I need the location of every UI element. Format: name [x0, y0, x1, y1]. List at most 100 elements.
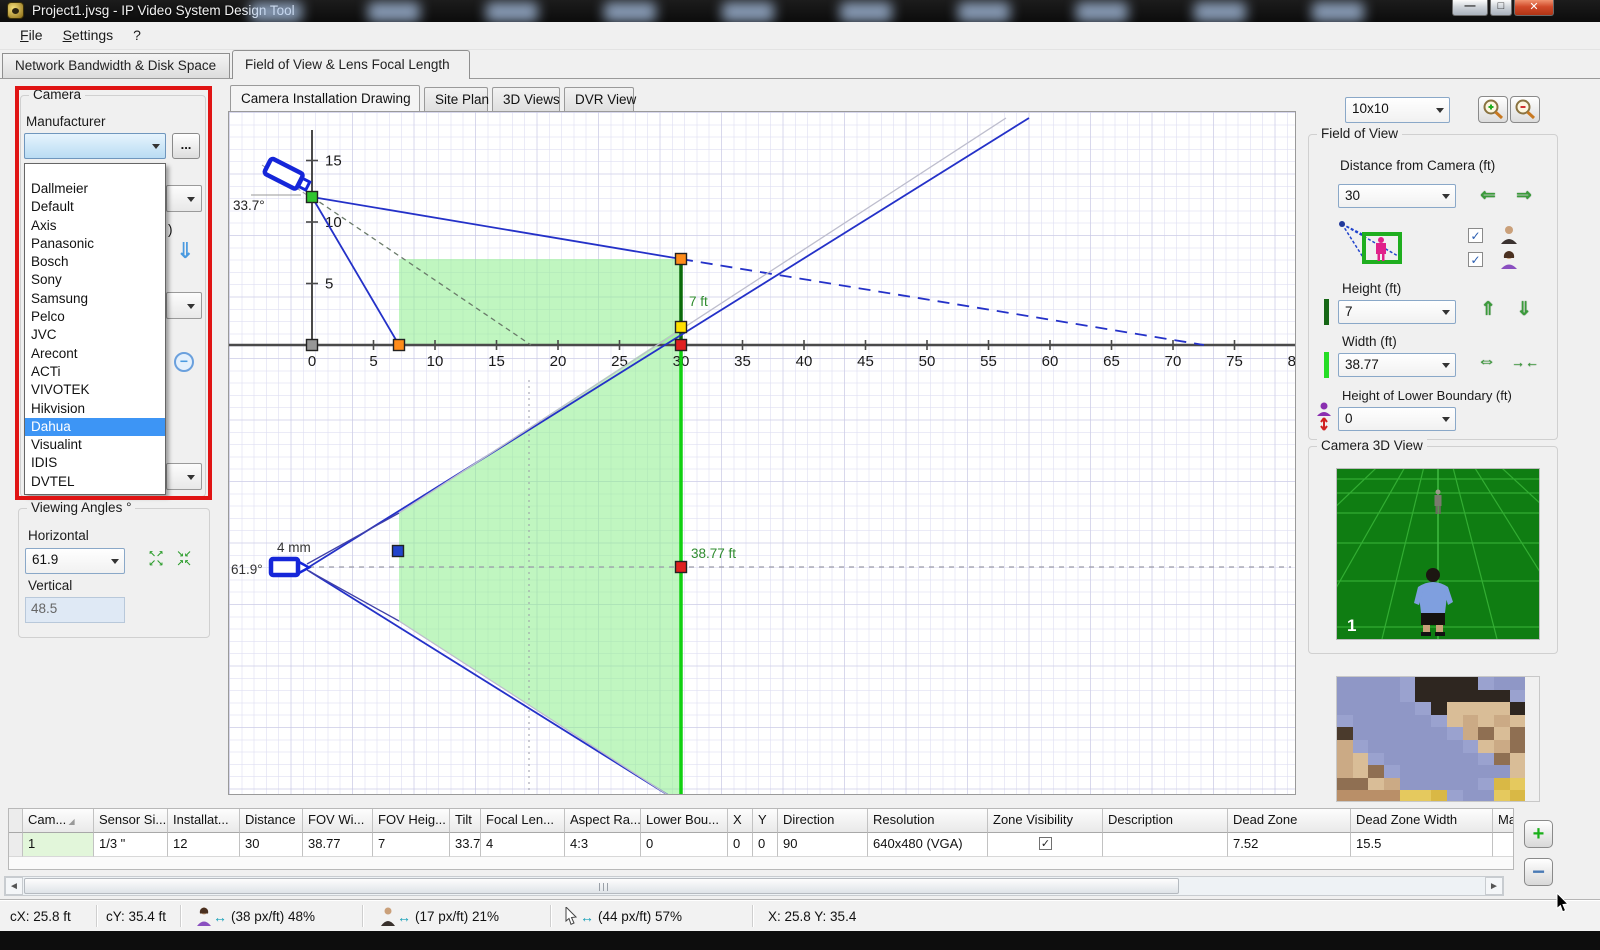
column-header-7[interactable]: Focal Len...: [481, 809, 565, 833]
table-cell-9[interactable]: 0: [641, 833, 728, 857]
chevron-down-icon[interactable]: [1437, 301, 1455, 323]
table-cell-11[interactable]: 0: [753, 833, 778, 857]
origin-handle[interactable]: [307, 340, 318, 351]
column-header-15[interactable]: Description: [1103, 809, 1228, 833]
tab-network-bandwidth-disk-space[interactable]: Network Bandwidth & Disk Space: [2, 53, 230, 79]
widen-angle-icon[interactable]: ↖↗↙↘: [145, 550, 167, 570]
column-header-2[interactable]: Installat...: [168, 809, 240, 833]
zoom-in-button[interactable]: [1478, 96, 1508, 123]
camera-icon-side[interactable]: [264, 158, 312, 194]
arrow-down-icon[interactable]: ⇓: [176, 238, 194, 264]
chevron-down-icon[interactable]: [106, 549, 124, 573]
installation-drawing-canvas[interactable]: 0510152025303540455055606570758051015 33…: [228, 111, 1296, 795]
zone-visibility-checkbox[interactable]: ✓: [1039, 837, 1052, 850]
zone-start-handle[interactable]: [393, 546, 404, 557]
table-cell-4[interactable]: 38.77: [303, 833, 373, 857]
minimize-button[interactable]: —: [1452, 0, 1488, 16]
manufacturer-option-bosch[interactable]: Bosch: [25, 253, 165, 271]
chevron-down-icon[interactable]: [1437, 408, 1455, 430]
column-header-9[interactable]: Lower Bou...: [641, 809, 728, 833]
move-closer-icon[interactable]: ⇐: [1480, 184, 1496, 207]
table-cell-3[interactable]: 30: [240, 833, 303, 857]
tab-site-plan[interactable]: Site Plan: [424, 87, 488, 111]
camera-3d-viewport[interactable]: 1: [1336, 468, 1540, 640]
manufacturer-option-default[interactable]: Default: [25, 198, 165, 216]
horizontal-scrollbar[interactable]: ◄ ►: [4, 876, 1504, 896]
column-header-17[interactable]: Dead Zone Width: [1351, 809, 1493, 833]
add-camera-button[interactable]: +: [1524, 820, 1553, 848]
column-header-4[interactable]: FOV Wi...: [303, 809, 373, 833]
show-woman-checkbox[interactable]: ✓: [1468, 252, 1483, 267]
menu-item-?[interactable]: ?: [123, 22, 151, 48]
column-header-12[interactable]: Direction: [778, 809, 868, 833]
column-header-6[interactable]: Tilt: [450, 809, 481, 833]
table-cell-1[interactable]: 1/3 ": [94, 833, 168, 857]
table-cell-5[interactable]: 7: [373, 833, 450, 857]
manufacturer-option-dahua[interactable]: Dahua: [25, 418, 165, 436]
near-edge-handle[interactable]: [394, 340, 405, 351]
horizontal-angle-combobox[interactable]: 61.9: [25, 548, 125, 574]
scroll-left-icon[interactable]: ◄: [5, 877, 23, 895]
manufacturer-option-sony[interactable]: Sony: [25, 271, 165, 289]
decrease-height-icon[interactable]: ⇓: [1516, 298, 1532, 321]
manufacturer-option-acti[interactable]: ACTi: [25, 363, 165, 381]
table-cell-17[interactable]: 15.5: [1351, 833, 1493, 857]
height-combobox[interactable]: 7: [1338, 300, 1456, 324]
scroll-right-icon[interactable]: ►: [1485, 877, 1503, 895]
widen-icon[interactable]: ⇔: [1477, 351, 1496, 373]
lower-boundary-handle[interactable]: [676, 322, 687, 333]
manufacturer-option-idis[interactable]: IDIS: [25, 454, 165, 472]
width-combobox[interactable]: 38.77: [1338, 353, 1456, 377]
column-header-18[interactable]: Manuf: [1493, 809, 1514, 833]
table-cell-18[interactable]: [1493, 833, 1514, 857]
increase-height-icon[interactable]: ⇑: [1480, 298, 1496, 321]
column-header-11[interactable]: Y: [753, 809, 778, 833]
scrollbar-thumb[interactable]: [24, 878, 1179, 894]
table-cell-8[interactable]: 4:3: [565, 833, 641, 857]
menu-item-file[interactable]: File: [10, 22, 53, 48]
tab-camera-installation-drawing[interactable]: Camera Installation Drawing: [230, 85, 420, 111]
manufacturer-option-hikvision[interactable]: Hikvision: [25, 400, 165, 418]
table-cell-14[interactable]: ✓: [988, 833, 1103, 857]
manufacturer-option-pelco[interactable]: Pelco: [25, 308, 165, 326]
column-header-14[interactable]: Zone Visibility: [988, 809, 1103, 833]
column-header-10[interactable]: X: [728, 809, 753, 833]
manufacturer-option-axis[interactable]: Axis: [25, 217, 165, 235]
column-header-0[interactable]: Cam... ◢: [23, 809, 94, 833]
column-header-13[interactable]: Resolution: [868, 809, 988, 833]
show-man-checkbox[interactable]: ✓: [1468, 228, 1483, 243]
obscured-combobox-2[interactable]: [166, 292, 202, 319]
grid-size-combobox[interactable]: 10x10: [1345, 97, 1450, 123]
table-cell-16[interactable]: 7.52: [1228, 833, 1351, 857]
move-farther-icon[interactable]: ⇒: [1516, 184, 1532, 207]
table-cell-13[interactable]: 640x480 (VGA): [868, 833, 988, 857]
table-cell-15[interactable]: [1103, 833, 1228, 857]
fov-top-handle[interactable]: [676, 254, 687, 265]
manufacturer-option-samsung[interactable]: Samsung: [25, 290, 165, 308]
remove-icon[interactable]: −: [174, 352, 194, 372]
remove-camera-button[interactable]: −: [1524, 858, 1553, 886]
maximize-button[interactable]: □: [1490, 0, 1512, 16]
column-header-3[interactable]: Distance: [240, 809, 303, 833]
manufacturer-option-jvc[interactable]: JVC: [25, 326, 165, 344]
tab-field-of-view-lens-focal-length[interactable]: Field of View & Lens Focal Length: [232, 50, 470, 79]
table-cell-2[interactable]: 12: [168, 833, 240, 857]
chevron-down-icon[interactable]: [147, 134, 165, 158]
column-header-5[interactable]: FOV Heig...: [373, 809, 450, 833]
table-cell-7[interactable]: 4: [481, 833, 565, 857]
column-header-16[interactable]: Dead Zone: [1228, 809, 1351, 833]
lower-boundary-combobox[interactable]: 0: [1338, 407, 1456, 431]
close-button[interactable]: ✕: [1514, 0, 1554, 16]
manufacturer-option-visualint[interactable]: Visualint: [25, 436, 165, 454]
chevron-down-icon[interactable]: [1437, 354, 1455, 376]
distance-handle-top[interactable]: [676, 562, 687, 573]
manufacturer-dropdown-list[interactable]: DallmeierDefaultAxisPanasonicBoschSonySa…: [24, 163, 166, 495]
manufacturer-combobox[interactable]: [24, 133, 166, 159]
table-cell-0[interactable]: 1: [23, 833, 94, 857]
table-cell-10[interactable]: 0: [728, 833, 753, 857]
obscured-combobox-1[interactable]: [166, 185, 202, 212]
obscured-combobox-3[interactable]: [166, 463, 202, 490]
narrow-angle-icon[interactable]: ↘↙↗↖: [173, 550, 195, 570]
zoom-out-button[interactable]: [1510, 96, 1540, 123]
distance-handle-side[interactable]: [676, 340, 687, 351]
